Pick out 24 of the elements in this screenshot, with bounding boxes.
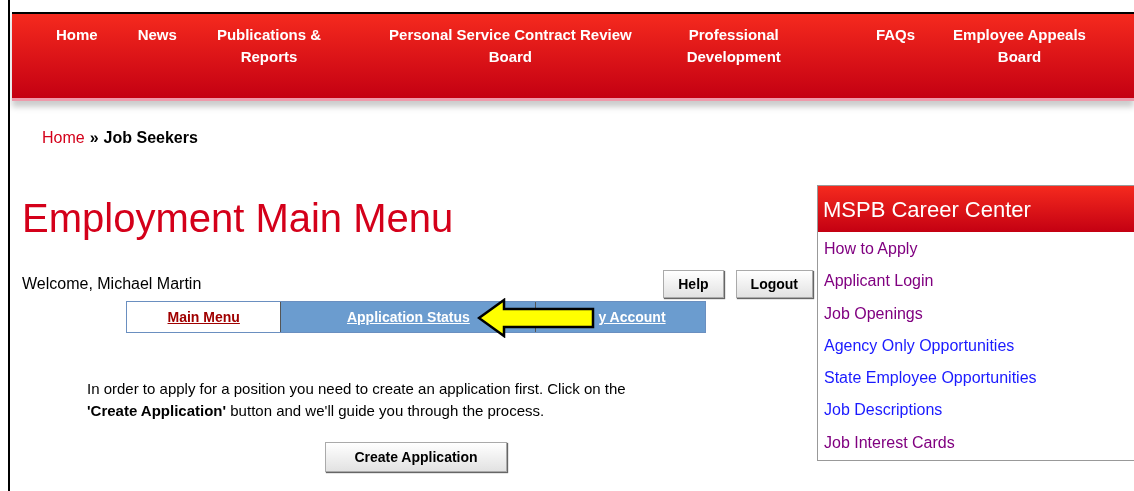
sidebar-link[interactable]: Job Interest Cards bbox=[824, 426, 955, 460]
instruction-text: In order to apply for a position you need to create an application first. Click on the 'Create Application' button and we'll guide you through the process. bbox=[87, 379, 627, 421]
nav-link[interactable]: Professional Development bbox=[686, 24, 781, 68]
create-application-button[interactable]: Create Application bbox=[325, 442, 507, 472]
help-button[interactable]: Help bbox=[663, 270, 724, 298]
nav-link[interactable]: News bbox=[137, 24, 177, 46]
welcome-text: Welcome, Michael Martin bbox=[22, 275, 203, 293]
nav-link[interactable]: Publications & Reports bbox=[216, 24, 322, 68]
nav-link[interactable]: FAQs bbox=[875, 24, 916, 46]
sidebar-link[interactable]: Job Openings bbox=[824, 297, 923, 330]
nav-link[interactable]: Employee Appeals Board bbox=[953, 24, 1086, 68]
nav-link[interactable]: Home bbox=[56, 24, 98, 46]
sidebar-title: MSPB Career Center bbox=[818, 186, 1134, 232]
breadcrumb-current: Job Seekers bbox=[103, 129, 198, 147]
breadcrumb-separator: » bbox=[89, 129, 99, 147]
sidebar-link[interactable]: State Employee Opportunities bbox=[824, 362, 1037, 395]
page-title: Employment Main Menu bbox=[22, 195, 455, 242]
logout-button[interactable]: Logout bbox=[735, 270, 813, 298]
sidebar-link[interactable]: Job Descriptions bbox=[824, 394, 943, 427]
nav-link[interactable]: Personal Service Contract Review Board bbox=[389, 24, 632, 68]
sidebar-link[interactable]: How to Apply bbox=[824, 233, 918, 266]
breadcrumb-link[interactable]: Home bbox=[42, 129, 85, 147]
sidebar-link[interactable]: Agency Only Opportunities bbox=[824, 329, 1015, 363]
sidebar-link[interactable]: Applicant Login bbox=[824, 265, 934, 298]
